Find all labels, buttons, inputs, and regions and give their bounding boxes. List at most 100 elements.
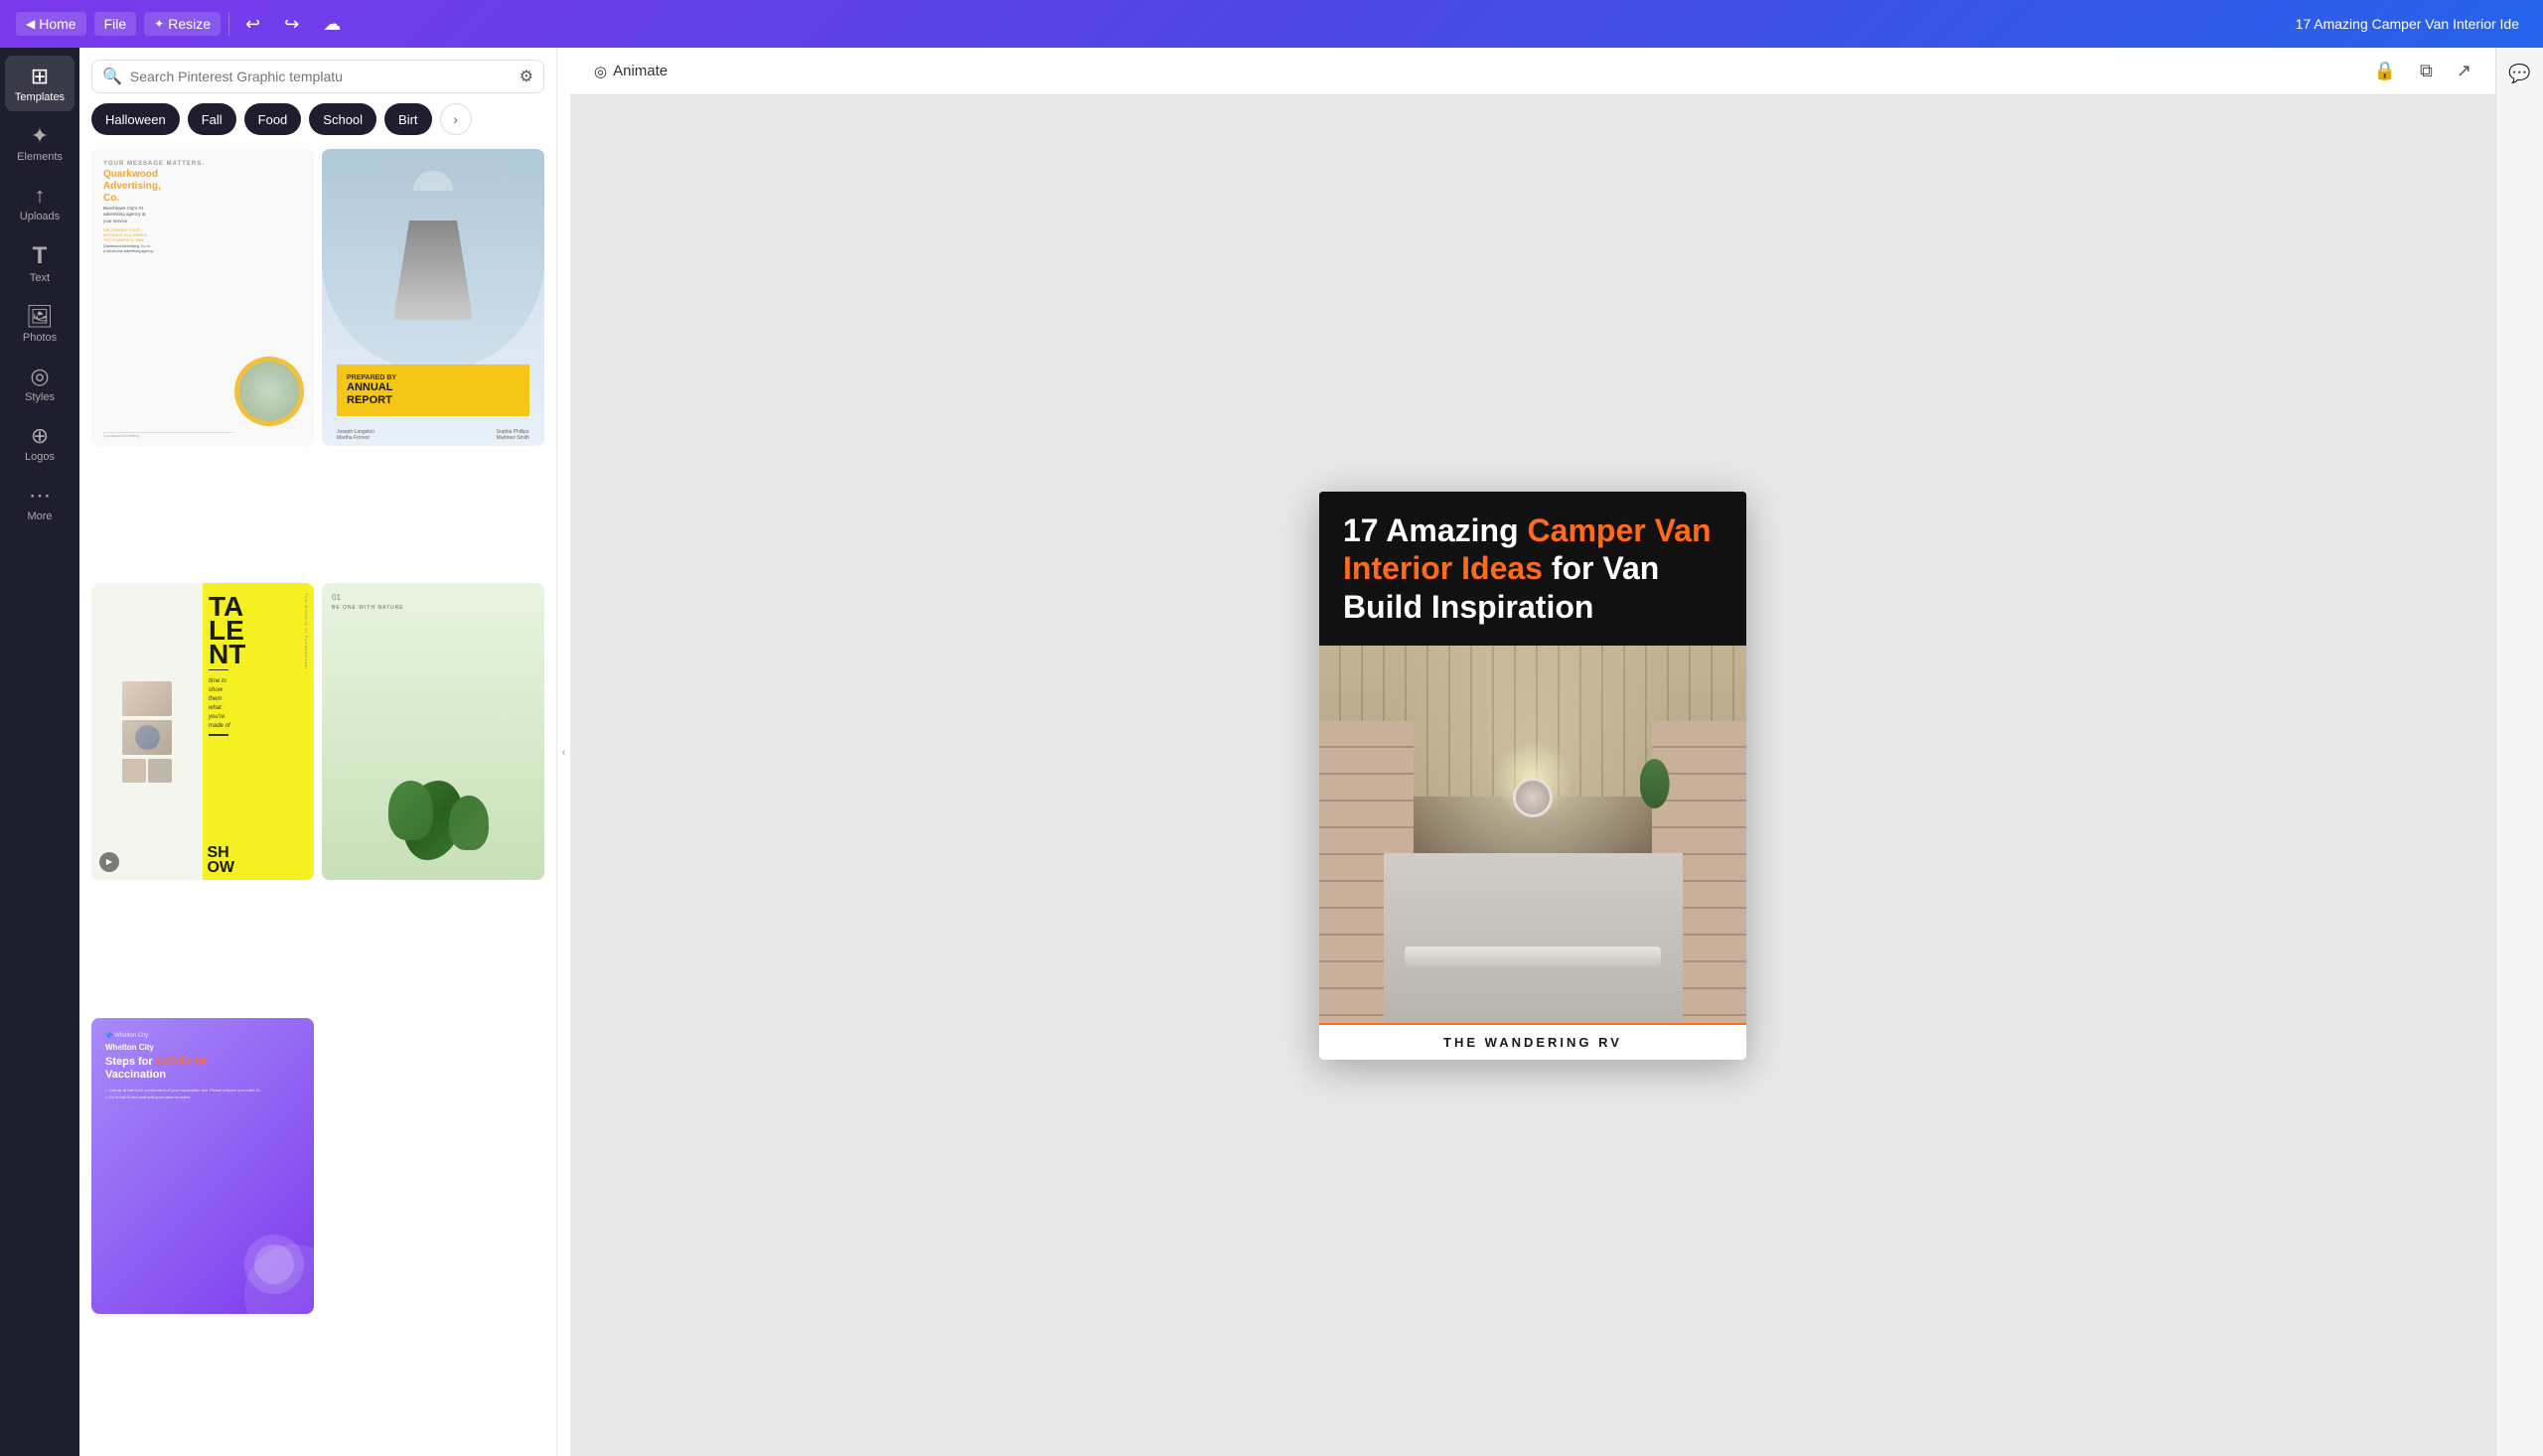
canvas-content: 17 Amazing Camper Van Interior Ideas for… <box>570 95 2495 1456</box>
main-layout: ⊞ Templates ✦ Elements ↑ Uploads T Text … <box>0 48 2543 1456</box>
document-title: 17 Amazing Camper Van Interior Ide <box>365 16 2527 32</box>
sidebar-item-photos[interactable]: 🖼 Photos <box>5 296 75 352</box>
tag-birthday[interactable]: Birt <box>384 103 432 135</box>
tpl2-author2: Sophia PhillipsMartinez Smith <box>497 429 529 441</box>
sidebar-item-label: More <box>27 510 52 522</box>
tpl2-footer: Joseph LangstonMartha Forrest Sophia Phi… <box>337 429 529 441</box>
tpl5-list: •Line up at Hall A for confirmation of y… <box>105 1088 300 1101</box>
tpl5-step1: •Line up at Hall A for confirmation of y… <box>105 1088 300 1092</box>
sidebar-item-label: Uploads <box>20 211 60 222</box>
home-label: Home <box>39 16 75 32</box>
tpl4-tagline: BE ONE WITH NATURE <box>332 605 404 611</box>
sidebar-item-elements[interactable]: ✦ Elements <box>5 115 75 171</box>
sidebar-item-styles[interactable]: ◎ Styles <box>5 356 75 411</box>
templates-panel: 🔍 ⚙ Halloween Fall Food School Birt › YO… <box>79 48 556 1456</box>
tpl5-deco-small <box>244 1235 304 1294</box>
animate-icon: ◎ <box>594 63 607 80</box>
back-home-button[interactable]: ◀ Home <box>16 12 86 36</box>
template-card-quarkwood[interactable]: YOUR MESSAGE MATTERS. QuarkwoodAdvertisi… <box>91 149 314 446</box>
canvas-header: 17 Amazing Camper Van Interior Ideas for… <box>1319 492 1746 646</box>
van-bed <box>1384 853 1683 1023</box>
sidebar-item-label: Logos <box>25 451 55 463</box>
sidebar-item-uploads[interactable]: ↑ Uploads <box>5 175 75 230</box>
undo-button[interactable]: ↩ <box>237 10 268 39</box>
uploads-icon: ↑ <box>35 183 46 209</box>
header-text-part1: 17 Amazing <box>1343 512 1528 548</box>
cloud-save-button[interactable]: ☁ <box>315 10 349 39</box>
more-icon: ⋯ <box>29 483 51 509</box>
canvas-card: 17 Amazing Camper Van Interior Ideas for… <box>1319 492 1746 1060</box>
tpl2-content: PREPARED BY ANNUALREPORT Joseph Langston… <box>322 149 544 446</box>
tpl3-right: TALENT time toshowthemwhatyou'remade of <box>203 583 314 880</box>
sidebar-item-label: Templates <box>15 91 65 103</box>
tpl1-circle <box>234 357 304 426</box>
duplicate-button[interactable]: ⧉ <box>2412 57 2441 85</box>
sidebar-item-label: Elements <box>17 151 63 163</box>
share-button[interactable]: ↗ <box>2449 57 2479 85</box>
lock-button[interactable]: 🔒 <box>2366 57 2404 85</box>
tpl1-title: QuarkwoodAdvertising,Co. <box>103 169 302 205</box>
tpl3-photos <box>114 673 180 791</box>
tpl2-arch <box>322 149 544 371</box>
tag-school[interactable]: School <box>309 103 376 135</box>
sidebar-item-label: Styles <box>25 391 55 403</box>
tags-bar: Halloween Fall Food School Birt › <box>79 93 556 145</box>
tpl3-vertical-text: The Mastery of Fundamental... <box>304 593 309 675</box>
logos-icon: ⊕ <box>31 423 49 449</box>
van-mirror <box>1513 778 1553 817</box>
van-plant <box>1640 759 1670 808</box>
search-input[interactable] <box>130 69 512 84</box>
search-icon: 🔍 <box>102 67 122 86</box>
right-comment-button[interactable]: 💬 <box>2502 56 2538 91</box>
templates-icon: ⊞ <box>31 64 49 89</box>
file-label: File <box>104 16 127 32</box>
tpl1-tag: YOUR MESSAGE MATTERS. <box>103 161 302 167</box>
tpl3-dash2 <box>209 734 228 736</box>
tpl3-dash1 <box>209 669 228 671</box>
redo-button[interactable]: ↪ <box>276 10 307 39</box>
sidebar-item-text[interactable]: T Text <box>5 234 75 292</box>
tpl4-content: 01 BE ONE WITH NATURE <box>322 583 544 880</box>
template-card-annual-report[interactable]: PREPARED BY ANNUALREPORT Joseph Langston… <box>322 149 544 446</box>
tpl3-left <box>91 583 203 880</box>
resize-button[interactable]: ✦ Resize <box>144 12 221 36</box>
sidebar-item-logos[interactable]: ⊕ Logos <box>5 415 75 471</box>
tag-food[interactable]: Food <box>244 103 302 135</box>
divider <box>228 12 229 36</box>
tpl1-cta: WE CONVEY YOURMESSAGE IN A SIMPLE,YET PO… <box>103 227 302 242</box>
animate-button[interactable]: ◎ Animate <box>586 59 675 84</box>
template-card-covid[interactable]: 🔷 Whelton City Whelton City Steps for CO… <box>91 1018 314 1315</box>
resize-label: Resize <box>168 16 211 32</box>
tag-halloween[interactable]: Halloween <box>91 103 180 135</box>
tpl1-body: Quarkwood Advertising, Co. isa full-serv… <box>103 244 302 254</box>
animate-label: Animate <box>613 63 668 79</box>
tpl5-title: Steps for COVID-19Vaccination <box>105 1056 300 1082</box>
tpl2-author1: Joseph LangstonMartha Forrest <box>337 429 374 441</box>
styles-icon: ◎ <box>30 364 49 389</box>
sidebar-item-label: Text <box>30 272 50 284</box>
tpl5-step2: •Go to Hall B and wait until your name i… <box>105 1094 300 1099</box>
play-badge: ▶ <box>99 852 119 872</box>
template-card-nature[interactable]: 01 BE ONE WITH NATURE <box>322 583 544 880</box>
tpl5-brand: 🔷 Whelton City <box>105 1032 300 1039</box>
tpl1-footer: Quarkwood Advertising <box>103 432 234 438</box>
topbar: ◀ Home File ✦ Resize ↩ ↪ ☁ 17 Amazing Ca… <box>0 0 2543 48</box>
filter-icon[interactable]: ⚙ <box>520 67 533 86</box>
canvas-area: ◎ Animate 🔒 ⧉ ↗ 17 Amazing Camper Van In… <box>570 48 2495 1456</box>
canvas-footer: THE WANDERING RV <box>1319 1023 1746 1060</box>
elements-icon: ✦ <box>31 123 49 149</box>
tpl3-content: TALENT time toshowthemwhatyou'remade of … <box>91 583 314 880</box>
tpl5-location: Whelton City <box>105 1043 300 1052</box>
search-bar: 🔍 ⚙ <box>79 48 556 93</box>
tpl3-bottom-text: SHOW <box>207 846 234 875</box>
panel-collapse-handle[interactable]: ‹ <box>556 48 570 1456</box>
sidebar-item-label: Photos <box>23 332 57 344</box>
file-button[interactable]: File <box>94 12 137 36</box>
tag-fall[interactable]: Fall <box>188 103 236 135</box>
tpl2-prepared: PREPARED BY <box>347 374 520 381</box>
template-card-talent[interactable]: TALENT time toshowthemwhatyou'remade of … <box>91 583 314 880</box>
sidebar-item-more[interactable]: ⋯ More <box>5 475 75 530</box>
search-wrapper: 🔍 ⚙ <box>91 60 544 93</box>
tags-more-button[interactable]: › <box>440 103 472 135</box>
sidebar-item-templates[interactable]: ⊞ Templates <box>5 56 75 111</box>
